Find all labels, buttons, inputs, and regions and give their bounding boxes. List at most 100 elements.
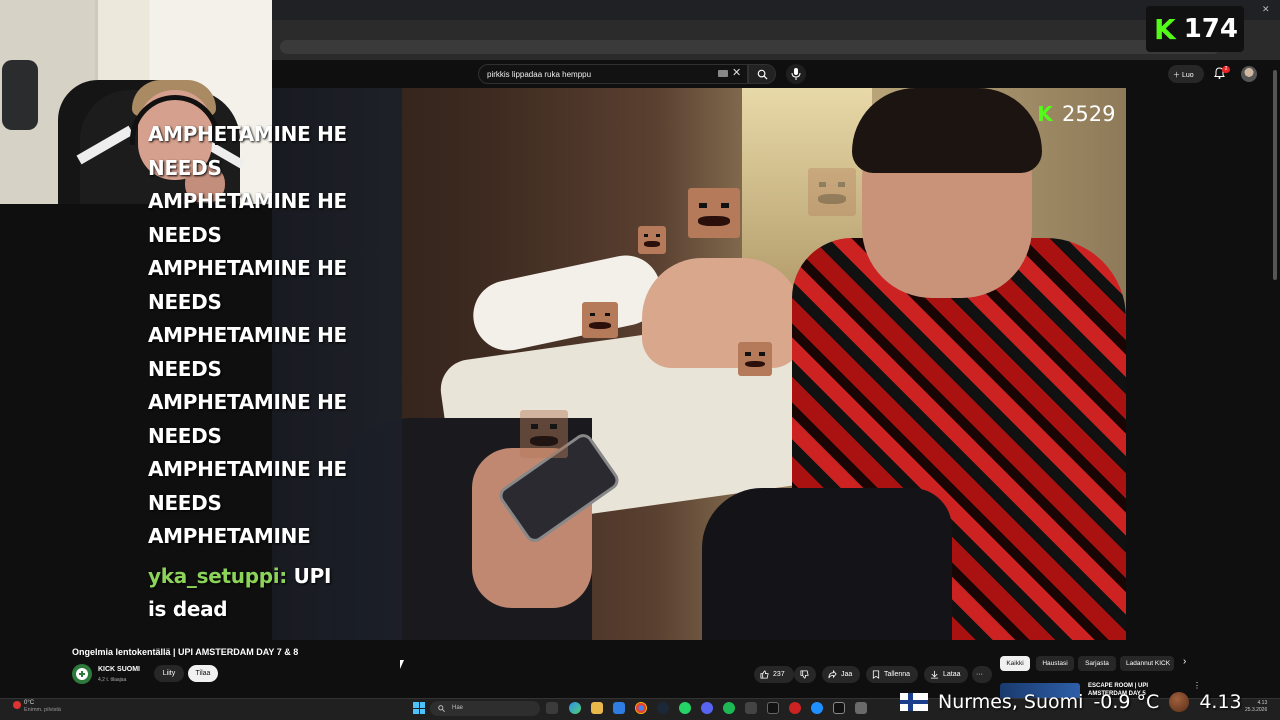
chat-username: yka_setuppi:: [148, 563, 287, 588]
chip-all[interactable]: Kaikki: [1000, 656, 1030, 671]
ticker-time: 4.13: [1199, 691, 1242, 713]
share-button[interactable]: Jaa: [822, 666, 860, 683]
channel-name[interactable]: KICK SUOMI: [98, 666, 140, 673]
channel-avatar[interactable]: [72, 664, 92, 684]
chat-message-text-continued: is dead: [148, 597, 228, 621]
x-icon[interactable]: [833, 702, 845, 714]
download-icon: [930, 670, 939, 679]
windows-start-icon[interactable]: [413, 702, 425, 714]
search-button[interactable]: [748, 64, 776, 84]
whatsapp-icon[interactable]: [679, 702, 691, 714]
more-actions-button[interactable]: ···: [972, 666, 992, 683]
finland-flag-icon: [900, 693, 928, 711]
task-view-icon[interactable]: [546, 702, 558, 714]
chevron-right-icon[interactable]: ›: [1183, 656, 1186, 667]
emote-icon: [738, 342, 772, 376]
save-label: Tallenna: [884, 671, 911, 678]
share-icon: [828, 670, 837, 679]
taskbar-clock[interactable]: 4.13 25.3.2026: [1245, 700, 1267, 714]
taskbar-weather[interactable]: 0°C Enimm. pilvistä: [24, 700, 61, 714]
chat-line: AMPHETAMINE: [148, 524, 311, 548]
taskbar-search-placeholder: Hae: [452, 705, 464, 711]
download-button[interactable]: Lataa: [924, 666, 968, 683]
emote-icon: [808, 168, 856, 216]
chat-message: yka_setuppi: UPI: [148, 560, 378, 594]
chat-line: NEEDS: [148, 423, 222, 448]
like-count: 237: [773, 671, 785, 678]
kick-suomi-logo-icon: [76, 668, 88, 680]
copilot-icon[interactable]: [569, 702, 581, 714]
kick-logo-icon: K: [1154, 12, 1176, 46]
thumbs-up-icon: [760, 670, 769, 679]
join-button[interactable]: Liity: [154, 665, 184, 682]
obs-icon[interactable]: [789, 702, 801, 714]
emote-icon: [638, 226, 666, 254]
file-explorer-icon[interactable]: [591, 702, 603, 714]
chat-line: NEEDS: [148, 222, 222, 247]
chat-line: AMPHETAMINE HE: [148, 390, 347, 414]
kick-viewers-video-overlay: K 2529: [1034, 102, 1115, 126]
clock-date: 25.3.2026: [1245, 707, 1268, 713]
chip-from-search[interactable]: Haustasi: [1036, 656, 1074, 671]
save-button[interactable]: Tallenna: [866, 666, 918, 683]
emote-icon: [520, 410, 568, 458]
voice-search-button[interactable]: [786, 64, 806, 84]
page-scrollbar[interactable]: [1273, 70, 1277, 280]
clear-search-icon[interactable]: ✕: [732, 66, 741, 79]
right-sidebar: [1126, 88, 1280, 640]
store-icon[interactable]: [613, 702, 625, 714]
app-icon[interactable]: [767, 702, 779, 714]
taskbar-search[interactable]: Hae: [430, 701, 540, 716]
thumbs-down-icon: [800, 670, 809, 679]
spotify-icon[interactable]: [723, 702, 735, 714]
search-input[interactable]: pirkkis lippadaa ruka hemppu: [478, 64, 748, 84]
notification-count-badge: 2: [1222, 66, 1230, 73]
account-avatar[interactable]: [1241, 66, 1257, 82]
dislike-button[interactable]: [794, 666, 816, 683]
stream-weather-ticker: Nurmes, Suomi -0.9 °C 4.13: [900, 686, 1242, 718]
chat-line: AMPHETAMINE HE: [148, 457, 347, 481]
share-label: Jaa: [841, 671, 853, 678]
chat-line: AMPHETAMINE HE: [148, 189, 347, 213]
plus-icon: ＋: [1173, 72, 1180, 79]
emote-icon: [582, 302, 618, 338]
mouse-cursor-icon: [400, 660, 408, 669]
chat-line: NEEDS: [148, 155, 222, 180]
address-bar[interactable]: [280, 40, 1220, 54]
close-window-icon[interactable]: ✕: [1262, 4, 1270, 15]
emote-icon: [688, 188, 740, 238]
weather-temperature: 0°C: [24, 700, 35, 706]
app-icon[interactable]: [745, 702, 757, 714]
chrome-icon[interactable]: [635, 702, 647, 714]
app-icon[interactable]: [811, 702, 823, 714]
clock-time: 4.13: [1257, 700, 1268, 706]
chat-line: AMPHETAMINE HE: [148, 323, 347, 347]
like-button[interactable]: 237: [754, 666, 794, 683]
create-label: Luo: [1181, 72, 1194, 79]
chip-from-series[interactable]: Sarjasta: [1078, 656, 1116, 671]
video-title: Ongelmia lentokentällä | UPI AMSTERDAM D…: [72, 647, 299, 657]
discord-icon[interactable]: [701, 702, 713, 714]
chat-line: AMPHETAMINE HE: [148, 256, 347, 280]
weather-description: Enimm. pilvistä: [24, 707, 61, 713]
chat-line: NEEDS: [148, 356, 222, 381]
chip-uploaded-by-kick[interactable]: Ladannut KICK: [1120, 656, 1174, 671]
microphone-icon: [791, 68, 801, 80]
screen: — ▫ ✕ pirkkis lippadaa ruka hemppu ✕ ＋ L…: [0, 0, 1280, 720]
subscribe-button[interactable]: Tilaa: [188, 665, 218, 682]
video-player[interactable]: K 2529: [272, 88, 1126, 640]
kick-viewer-count-top: 174: [1183, 14, 1238, 44]
weather-icon[interactable]: [13, 701, 21, 709]
app-icon[interactable]: [855, 702, 867, 714]
create-button[interactable]: ＋ Luo: [1168, 65, 1204, 83]
download-label: Lataa: [943, 671, 961, 678]
bookmark-icon: [872, 670, 880, 679]
chat-message-text: UPI: [293, 563, 332, 588]
video-scene-sleeping-person: [642, 258, 802, 368]
moon-icon: [1169, 692, 1190, 712]
ticker-temperature: -0.9 °C: [1093, 691, 1160, 713]
steam-icon[interactable]: [657, 702, 669, 714]
chat-line: NEEDS: [148, 490, 222, 515]
chat-line: AMPHETAMINE HE: [148, 122, 347, 146]
keyboard-icon[interactable]: [718, 70, 728, 77]
